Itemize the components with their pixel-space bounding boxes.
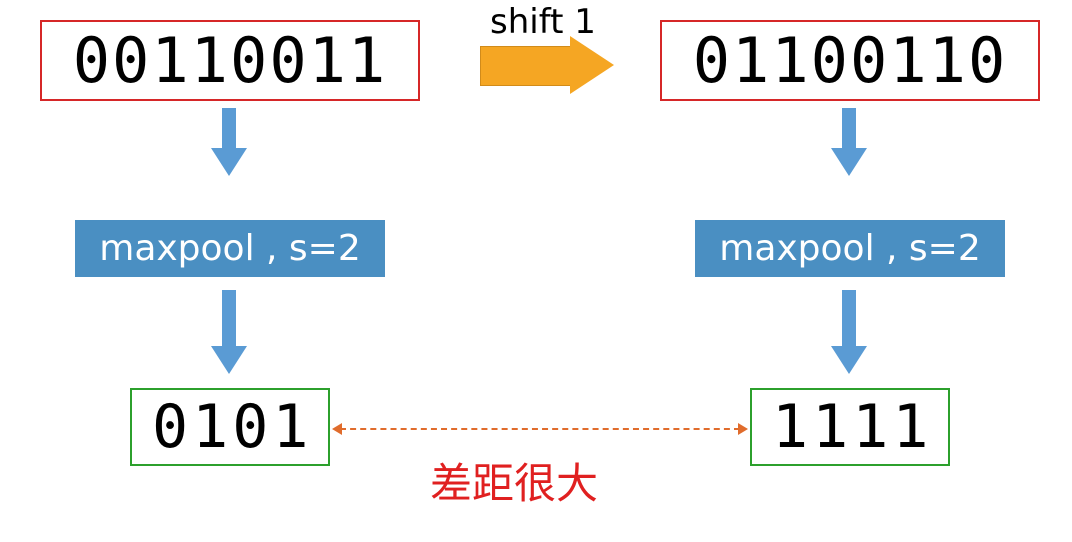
input-right-box: 01100110: [660, 20, 1040, 101]
arrow-down-icon: [215, 290, 243, 376]
output-left-box: 0101: [130, 388, 330, 466]
arrow-down-icon: [215, 108, 243, 178]
output-right-box: 1111: [750, 388, 950, 466]
maxpool-right-box: maxpool , s=2: [695, 220, 1005, 277]
arrow-down-icon: [835, 290, 863, 376]
input-left-box: 00110011: [40, 20, 420, 101]
shift-arrow-icon: [480, 38, 620, 92]
diff-label: 差距很大: [430, 450, 598, 511]
arrow-down-icon: [835, 108, 863, 178]
maxpool-left-box: maxpool , s=2: [75, 220, 385, 277]
diff-double-arrow-icon: [340, 428, 740, 430]
